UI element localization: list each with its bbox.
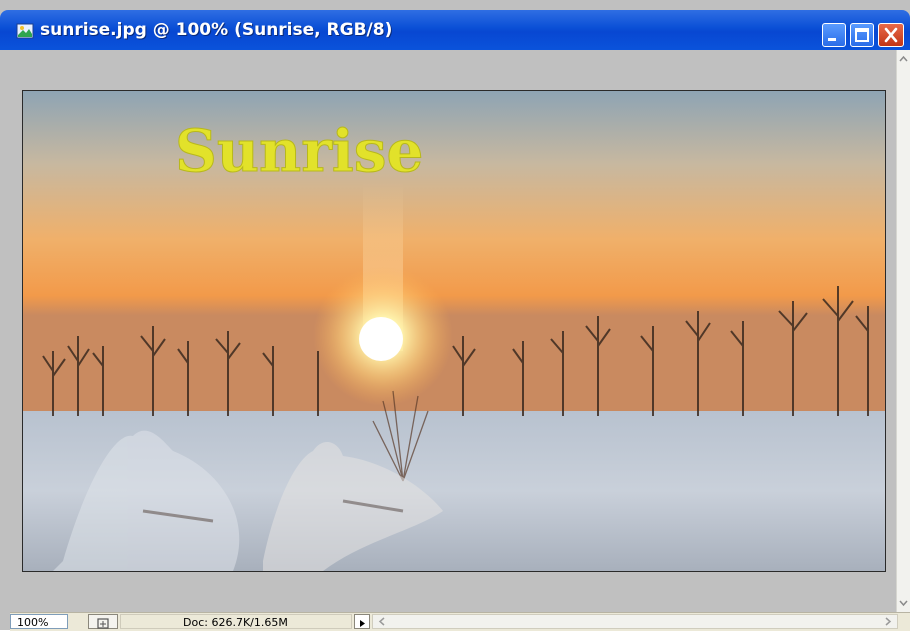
scroll-up-icon[interactable]	[897, 52, 910, 66]
status-info-menu-button[interactable]	[354, 614, 370, 629]
window-title: sunrise.jpg @ 100% (Sunrise, RGB/8)	[40, 20, 393, 40]
minimize-button[interactable]	[822, 23, 846, 47]
status-bar: 100% Doc: 626.7K/1.65M	[10, 612, 910, 631]
scroll-down-icon[interactable]	[897, 596, 910, 610]
document-window: sunrise.jpg @ 100% (Sunrise, RGB/8) Sunr…	[0, 0, 910, 631]
minimize-icon	[828, 38, 836, 41]
scroll-left-icon[interactable]	[375, 615, 389, 628]
play-right-icon	[360, 620, 365, 627]
document-canvas[interactable]: Sunrise	[22, 90, 886, 572]
horizontal-scrollbar[interactable]	[372, 614, 898, 629]
document-size-info: Doc: 626.7K/1.65M	[120, 614, 352, 629]
sunrise-overlay-text: Sunrise	[175, 117, 423, 185]
title-bar[interactable]: sunrise.jpg @ 100% (Sunrise, RGB/8)	[0, 10, 910, 50]
maximize-icon	[855, 28, 869, 42]
close-icon	[884, 27, 898, 43]
scroll-right-icon[interactable]	[881, 615, 895, 628]
photoshop-document-icon	[16, 22, 34, 40]
maximize-button[interactable]	[850, 23, 874, 47]
status-menu-button[interactable]	[88, 614, 118, 629]
document-status-icon	[97, 618, 109, 629]
zoom-level-field[interactable]: 100%	[10, 614, 68, 629]
vertical-scrollbar[interactable]	[896, 50, 910, 612]
close-button[interactable]	[878, 23, 904, 47]
